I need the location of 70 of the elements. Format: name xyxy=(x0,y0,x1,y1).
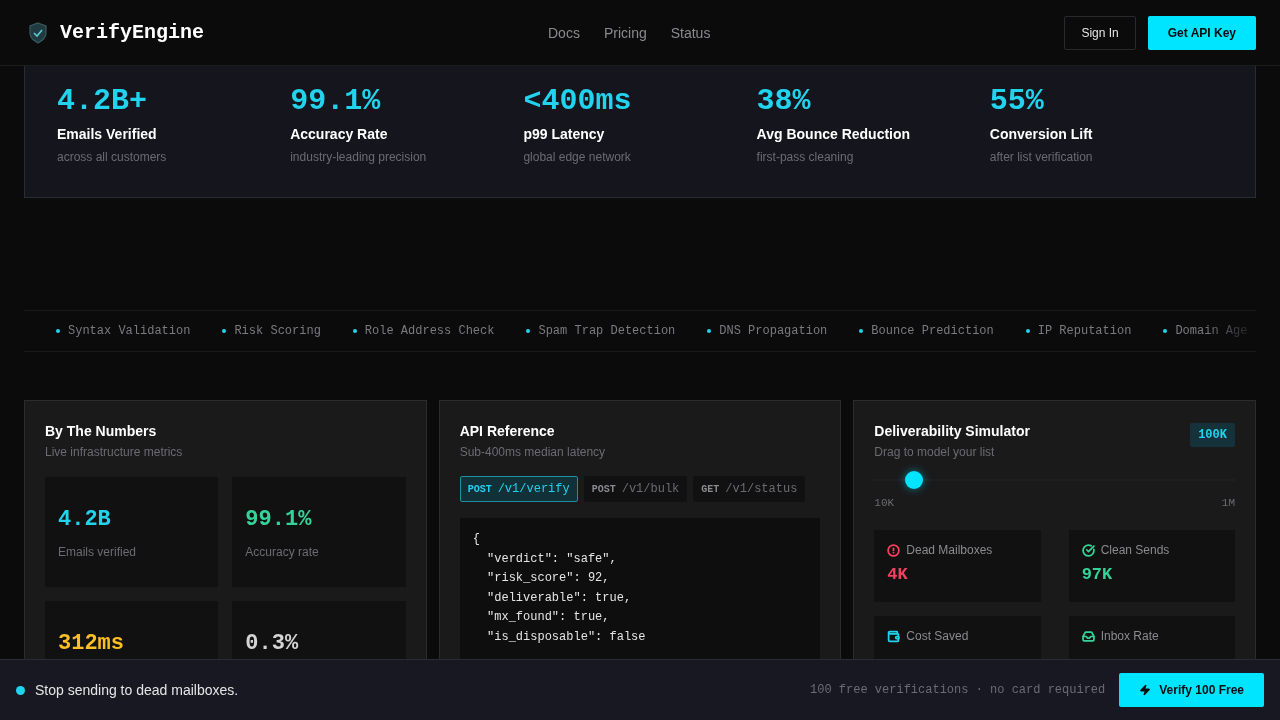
stat-note: after list verification xyxy=(989,150,1093,164)
endpoint-tab[interactable]: GET /v1/status xyxy=(693,476,806,502)
slider-track[interactable] xyxy=(874,469,1235,491)
stat-value: <400ms xyxy=(523,84,632,118)
brand-name[interactable]: VerifyEngine xyxy=(60,21,205,44)
feature-label: Spam Trap Detection xyxy=(538,324,676,338)
feature-label: Risk Scoring xyxy=(234,324,321,338)
feature-label: Role Address Check xyxy=(364,324,495,338)
metric-label: Accuracy rate xyxy=(245,545,320,559)
card-subtitle: Sub-400ms median latency xyxy=(459,445,607,459)
metric-value: 99.1% xyxy=(245,509,313,531)
card-subtitle: Live infrastructure metrics xyxy=(45,445,184,459)
result-value: 4K xyxy=(887,565,909,584)
feature-label: Domain Age xyxy=(1175,324,1248,338)
slider-thumb[interactable] xyxy=(905,471,923,489)
stat-label: p99 Latency xyxy=(523,126,605,142)
bullet-icon xyxy=(222,329,227,333)
bullet-icon xyxy=(859,329,864,333)
metric-value: 312ms xyxy=(58,633,125,655)
lightning-icon xyxy=(1139,684,1152,696)
card-title: By The Numbers xyxy=(45,423,158,439)
bottom-message: Stop sending to dead mailboxes. xyxy=(35,682,240,698)
metric-value: 4.2B xyxy=(58,509,112,531)
nav-link[interactable]: Pricing xyxy=(603,24,647,41)
result-label: Cost Saved xyxy=(906,629,969,643)
card-title: API Reference xyxy=(459,423,556,439)
bullet-icon xyxy=(352,329,357,333)
feature-label: DNS Propagation xyxy=(719,324,828,338)
card-subtitle: Drag to model your list xyxy=(874,445,996,459)
endpoint-tab[interactable]: POST /v1/bulk xyxy=(583,476,688,502)
slider-max-label: 1M xyxy=(1221,497,1235,509)
verify-free-button[interactable]: Verify 100 Free xyxy=(1119,673,1264,707)
nav-link[interactable]: Status xyxy=(670,24,711,41)
stat-note: across all customers xyxy=(57,150,167,164)
volume-badge: 100K xyxy=(1190,423,1235,447)
result-label: Clean Sends xyxy=(1100,543,1170,557)
stat-value: 4.2B+ xyxy=(57,84,147,118)
stat-value: 38% xyxy=(756,84,811,118)
nav-link[interactable]: Docs xyxy=(548,24,580,41)
sign-in-button[interactable]: Sign In xyxy=(1064,15,1136,50)
result-value: 97K xyxy=(1081,565,1114,584)
stat-note: industry-leading precision xyxy=(290,150,427,164)
status-dot xyxy=(16,685,25,695)
get-api-key-button[interactable]: Get API Key xyxy=(1147,15,1256,50)
feature-label: Syntax Validation xyxy=(68,324,191,338)
feature-label: IP Reputation xyxy=(1037,324,1132,338)
stat-label: Emails Verified xyxy=(57,126,157,142)
card-title: Deliverability Simulator xyxy=(874,423,1030,439)
bullet-icon xyxy=(1163,329,1168,333)
stat-value: 55% xyxy=(989,84,1044,118)
stat-label: Avg Bounce Reduction xyxy=(756,126,911,142)
code-block: { "verdict": "safe", "risk_score": 92, "deliverable": true, "mx_found": true, "is_disposable": false xyxy=(459,518,821,659)
stat-note: first-pass cleaning xyxy=(756,150,854,164)
shield-logo-icon xyxy=(28,21,48,44)
stat-label: Accuracy Rate xyxy=(290,126,388,142)
bottom-note: 100 free verifications · no card required xyxy=(810,683,1106,697)
slider-min-label: 10K xyxy=(874,497,895,509)
bullet-icon xyxy=(1025,329,1030,333)
stat-label: Conversion Lift xyxy=(989,126,1093,142)
result-label: Inbox Rate xyxy=(1100,629,1159,643)
result-label: Dead Mailboxes xyxy=(906,543,993,557)
stat-value: 99.1% xyxy=(290,84,381,118)
bullet-icon xyxy=(56,329,60,333)
bullet-icon xyxy=(526,329,531,333)
stat-note: global edge network xyxy=(523,150,631,164)
feature-label: Bounce Prediction xyxy=(871,324,994,338)
metric-label: Emails verified xyxy=(58,545,138,559)
metric-value: 0.3% xyxy=(245,633,300,655)
bullet-icon xyxy=(707,329,712,333)
endpoint-tab[interactable]: POST /v1/verify xyxy=(459,476,578,502)
